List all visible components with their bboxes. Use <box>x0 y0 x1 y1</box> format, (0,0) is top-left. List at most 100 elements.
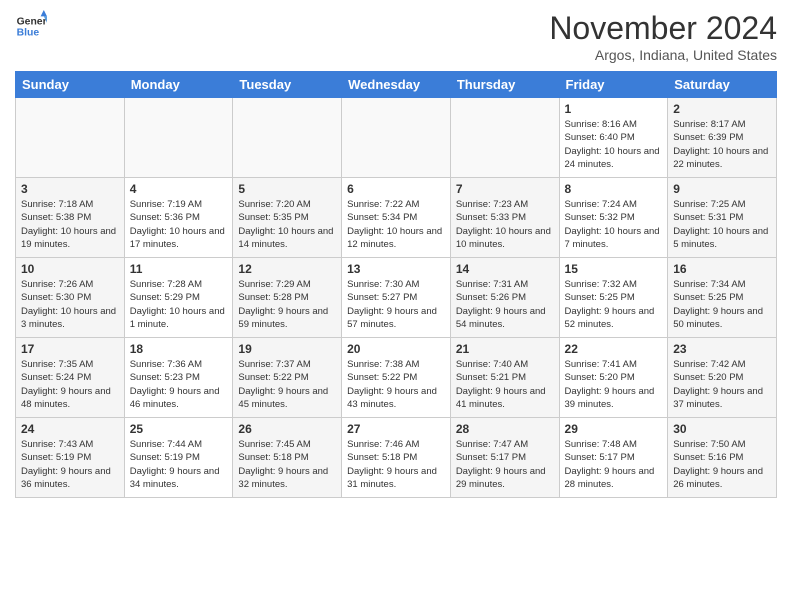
day-number: 24 <box>21 422 119 436</box>
day-cell-0-1 <box>124 98 233 178</box>
day-cell-1-5: 8 Sunrise: 7:24 AM Sunset: 5:32 PM Daylig… <box>559 178 668 258</box>
day-number: 8 <box>565 182 663 196</box>
day-cell-4-0: 24 Sunrise: 7:43 AM Sunset: 5:19 PM Dayli… <box>16 418 125 498</box>
logo-icon: General Blue <box>15 10 47 42</box>
day-info: Sunrise: 7:47 AM Sunset: 5:17 PM Dayligh… <box>456 438 554 491</box>
day-info: Sunrise: 7:42 AM Sunset: 5:20 PM Dayligh… <box>673 358 771 411</box>
day-cell-2-0: 10 Sunrise: 7:26 AM Sunset: 5:30 PM Dayli… <box>16 258 125 338</box>
svg-text:Blue: Blue <box>17 28 40 39</box>
header: General Blue November 2024 Argos, Indian… <box>15 10 777 63</box>
day-number: 29 <box>565 422 663 436</box>
day-cell-2-5: 15 Sunrise: 7:32 AM Sunset: 5:25 PM Dayli… <box>559 258 668 338</box>
day-number: 13 <box>347 262 445 276</box>
day-cell-1-3: 6 Sunrise: 7:22 AM Sunset: 5:34 PM Daylig… <box>342 178 451 258</box>
week-row-3: 10 Sunrise: 7:26 AM Sunset: 5:30 PM Dayli… <box>16 258 777 338</box>
day-cell-1-6: 9 Sunrise: 7:25 AM Sunset: 5:31 PM Daylig… <box>668 178 777 258</box>
header-row: Sunday Monday Tuesday Wednesday Thursday… <box>16 72 777 98</box>
day-cell-4-5: 29 Sunrise: 7:48 AM Sunset: 5:17 PM Dayli… <box>559 418 668 498</box>
day-number: 5 <box>238 182 336 196</box>
day-number: 6 <box>347 182 445 196</box>
day-number: 9 <box>673 182 771 196</box>
day-cell-3-4: 21 Sunrise: 7:40 AM Sunset: 5:21 PM Dayli… <box>450 338 559 418</box>
day-number: 15 <box>565 262 663 276</box>
day-number: 22 <box>565 342 663 356</box>
day-info: Sunrise: 7:23 AM Sunset: 5:33 PM Dayligh… <box>456 198 554 251</box>
day-cell-3-6: 23 Sunrise: 7:42 AM Sunset: 5:20 PM Dayli… <box>668 338 777 418</box>
day-cell-2-1: 11Sunrise: 7:28 AM Sunset: 5:29 PM Dayli… <box>124 258 233 338</box>
col-friday: Friday <box>559 72 668 98</box>
day-info: Sunrise: 7:45 AM Sunset: 5:18 PM Dayligh… <box>238 438 336 491</box>
day-cell-4-3: 27 Sunrise: 7:46 AM Sunset: 5:18 PM Dayli… <box>342 418 451 498</box>
day-info: Sunrise: 7:26 AM Sunset: 5:30 PM Dayligh… <box>21 278 119 331</box>
day-cell-2-3: 13 Sunrise: 7:30 AM Sunset: 5:27 PM Dayli… <box>342 258 451 338</box>
col-wednesday: Wednesday <box>342 72 451 98</box>
day-number: 19 <box>238 342 336 356</box>
day-number: 17 <box>21 342 119 356</box>
calendar-table: Sunday Monday Tuesday Wednesday Thursday… <box>15 71 777 498</box>
day-number: 12 <box>238 262 336 276</box>
day-cell-4-4: 28 Sunrise: 7:47 AM Sunset: 5:17 PM Dayli… <box>450 418 559 498</box>
day-number: 26 <box>238 422 336 436</box>
page-container: General Blue November 2024 Argos, Indian… <box>0 0 792 508</box>
week-row-2: 3 Sunrise: 7:18 AM Sunset: 5:38 PM Daylig… <box>16 178 777 258</box>
col-thursday: Thursday <box>450 72 559 98</box>
day-info: Sunrise: 7:25 AM Sunset: 5:31 PM Dayligh… <box>673 198 771 251</box>
day-info: Sunrise: 7:30 AM Sunset: 5:27 PM Dayligh… <box>347 278 445 331</box>
day-number: 30 <box>673 422 771 436</box>
day-cell-1-0: 3 Sunrise: 7:18 AM Sunset: 5:38 PM Daylig… <box>16 178 125 258</box>
day-info: Sunrise: 7:44 AM Sunset: 5:19 PM Dayligh… <box>130 438 228 491</box>
day-number: 25 <box>130 422 228 436</box>
day-number: 2 <box>673 102 771 116</box>
day-info: Sunrise: 7:40 AM Sunset: 5:21 PM Dayligh… <box>456 358 554 411</box>
day-info: Sunrise: 7:48 AM Sunset: 5:17 PM Dayligh… <box>565 438 663 491</box>
day-info: Sunrise: 7:36 AM Sunset: 5:23 PM Dayligh… <box>130 358 228 411</box>
day-cell-1-4: 7 Sunrise: 7:23 AM Sunset: 5:33 PM Daylig… <box>450 178 559 258</box>
day-number: 18 <box>130 342 228 356</box>
day-info: Sunrise: 7:20 AM Sunset: 5:35 PM Dayligh… <box>238 198 336 251</box>
day-cell-3-5: 22 Sunrise: 7:41 AM Sunset: 5:20 PM Dayli… <box>559 338 668 418</box>
day-cell-3-2: 19 Sunrise: 7:37 AM Sunset: 5:22 PM Dayli… <box>233 338 342 418</box>
day-number: 14 <box>456 262 554 276</box>
col-tuesday: Tuesday <box>233 72 342 98</box>
day-cell-4-1: 25 Sunrise: 7:44 AM Sunset: 5:19 PM Dayli… <box>124 418 233 498</box>
day-number: 7 <box>456 182 554 196</box>
day-info: Sunrise: 7:37 AM Sunset: 5:22 PM Dayligh… <box>238 358 336 411</box>
day-cell-4-2: 26 Sunrise: 7:45 AM Sunset: 5:18 PM Dayli… <box>233 418 342 498</box>
title-area: November 2024 Argos, Indiana, United Sta… <box>549 10 777 63</box>
day-number: 4 <box>130 182 228 196</box>
day-info: Sunrise: 7:35 AM Sunset: 5:24 PM Dayligh… <box>21 358 119 411</box>
day-info: Sunrise: 7:46 AM Sunset: 5:18 PM Dayligh… <box>347 438 445 491</box>
day-info: Sunrise: 7:24 AM Sunset: 5:32 PM Dayligh… <box>565 198 663 251</box>
day-number: 16 <box>673 262 771 276</box>
day-number: 11 <box>130 262 228 276</box>
day-number: 21 <box>456 342 554 356</box>
col-monday: Monday <box>124 72 233 98</box>
day-info: Sunrise: 7:50 AM Sunset: 5:16 PM Dayligh… <box>673 438 771 491</box>
day-info: Sunrise: 7:22 AM Sunset: 5:34 PM Dayligh… <box>347 198 445 251</box>
day-info: Sunrise: 7:41 AM Sunset: 5:20 PM Dayligh… <box>565 358 663 411</box>
day-info: Sunrise: 7:38 AM Sunset: 5:22 PM Dayligh… <box>347 358 445 411</box>
day-number: 27 <box>347 422 445 436</box>
day-info: Sunrise: 7:29 AM Sunset: 5:28 PM Dayligh… <box>238 278 336 331</box>
col-sunday: Sunday <box>16 72 125 98</box>
day-number: 20 <box>347 342 445 356</box>
day-number: 23 <box>673 342 771 356</box>
day-cell-0-6: 2 Sunrise: 8:17 AM Sunset: 6:39 PM Daylig… <box>668 98 777 178</box>
day-cell-2-2: 12 Sunrise: 7:29 AM Sunset: 5:28 PM Dayli… <box>233 258 342 338</box>
day-info: Sunrise: 7:31 AM Sunset: 5:26 PM Dayligh… <box>456 278 554 331</box>
day-info: Sunrise: 7:32 AM Sunset: 5:25 PM Dayligh… <box>565 278 663 331</box>
day-cell-2-6: 16 Sunrise: 7:34 AM Sunset: 5:25 PM Dayli… <box>668 258 777 338</box>
day-number: 28 <box>456 422 554 436</box>
col-saturday: Saturday <box>668 72 777 98</box>
day-info: Sunrise: 7:18 AM Sunset: 5:38 PM Dayligh… <box>21 198 119 251</box>
day-info: Sunrise: 7:43 AM Sunset: 5:19 PM Dayligh… <box>21 438 119 491</box>
day-cell-1-1: 4Sunrise: 7:19 AM Sunset: 5:36 PM Daylig… <box>124 178 233 258</box>
day-info: Sunrise: 7:34 AM Sunset: 5:25 PM Dayligh… <box>673 278 771 331</box>
day-number: 10 <box>21 262 119 276</box>
week-row-1: 1Sunrise: 8:16 AM Sunset: 6:40 PM Daylig… <box>16 98 777 178</box>
day-info: Sunrise: 8:17 AM Sunset: 6:39 PM Dayligh… <box>673 118 771 171</box>
day-cell-0-0 <box>16 98 125 178</box>
svg-text:General: General <box>17 16 47 27</box>
week-row-4: 17 Sunrise: 7:35 AM Sunset: 5:24 PM Dayli… <box>16 338 777 418</box>
day-number: 3 <box>21 182 119 196</box>
